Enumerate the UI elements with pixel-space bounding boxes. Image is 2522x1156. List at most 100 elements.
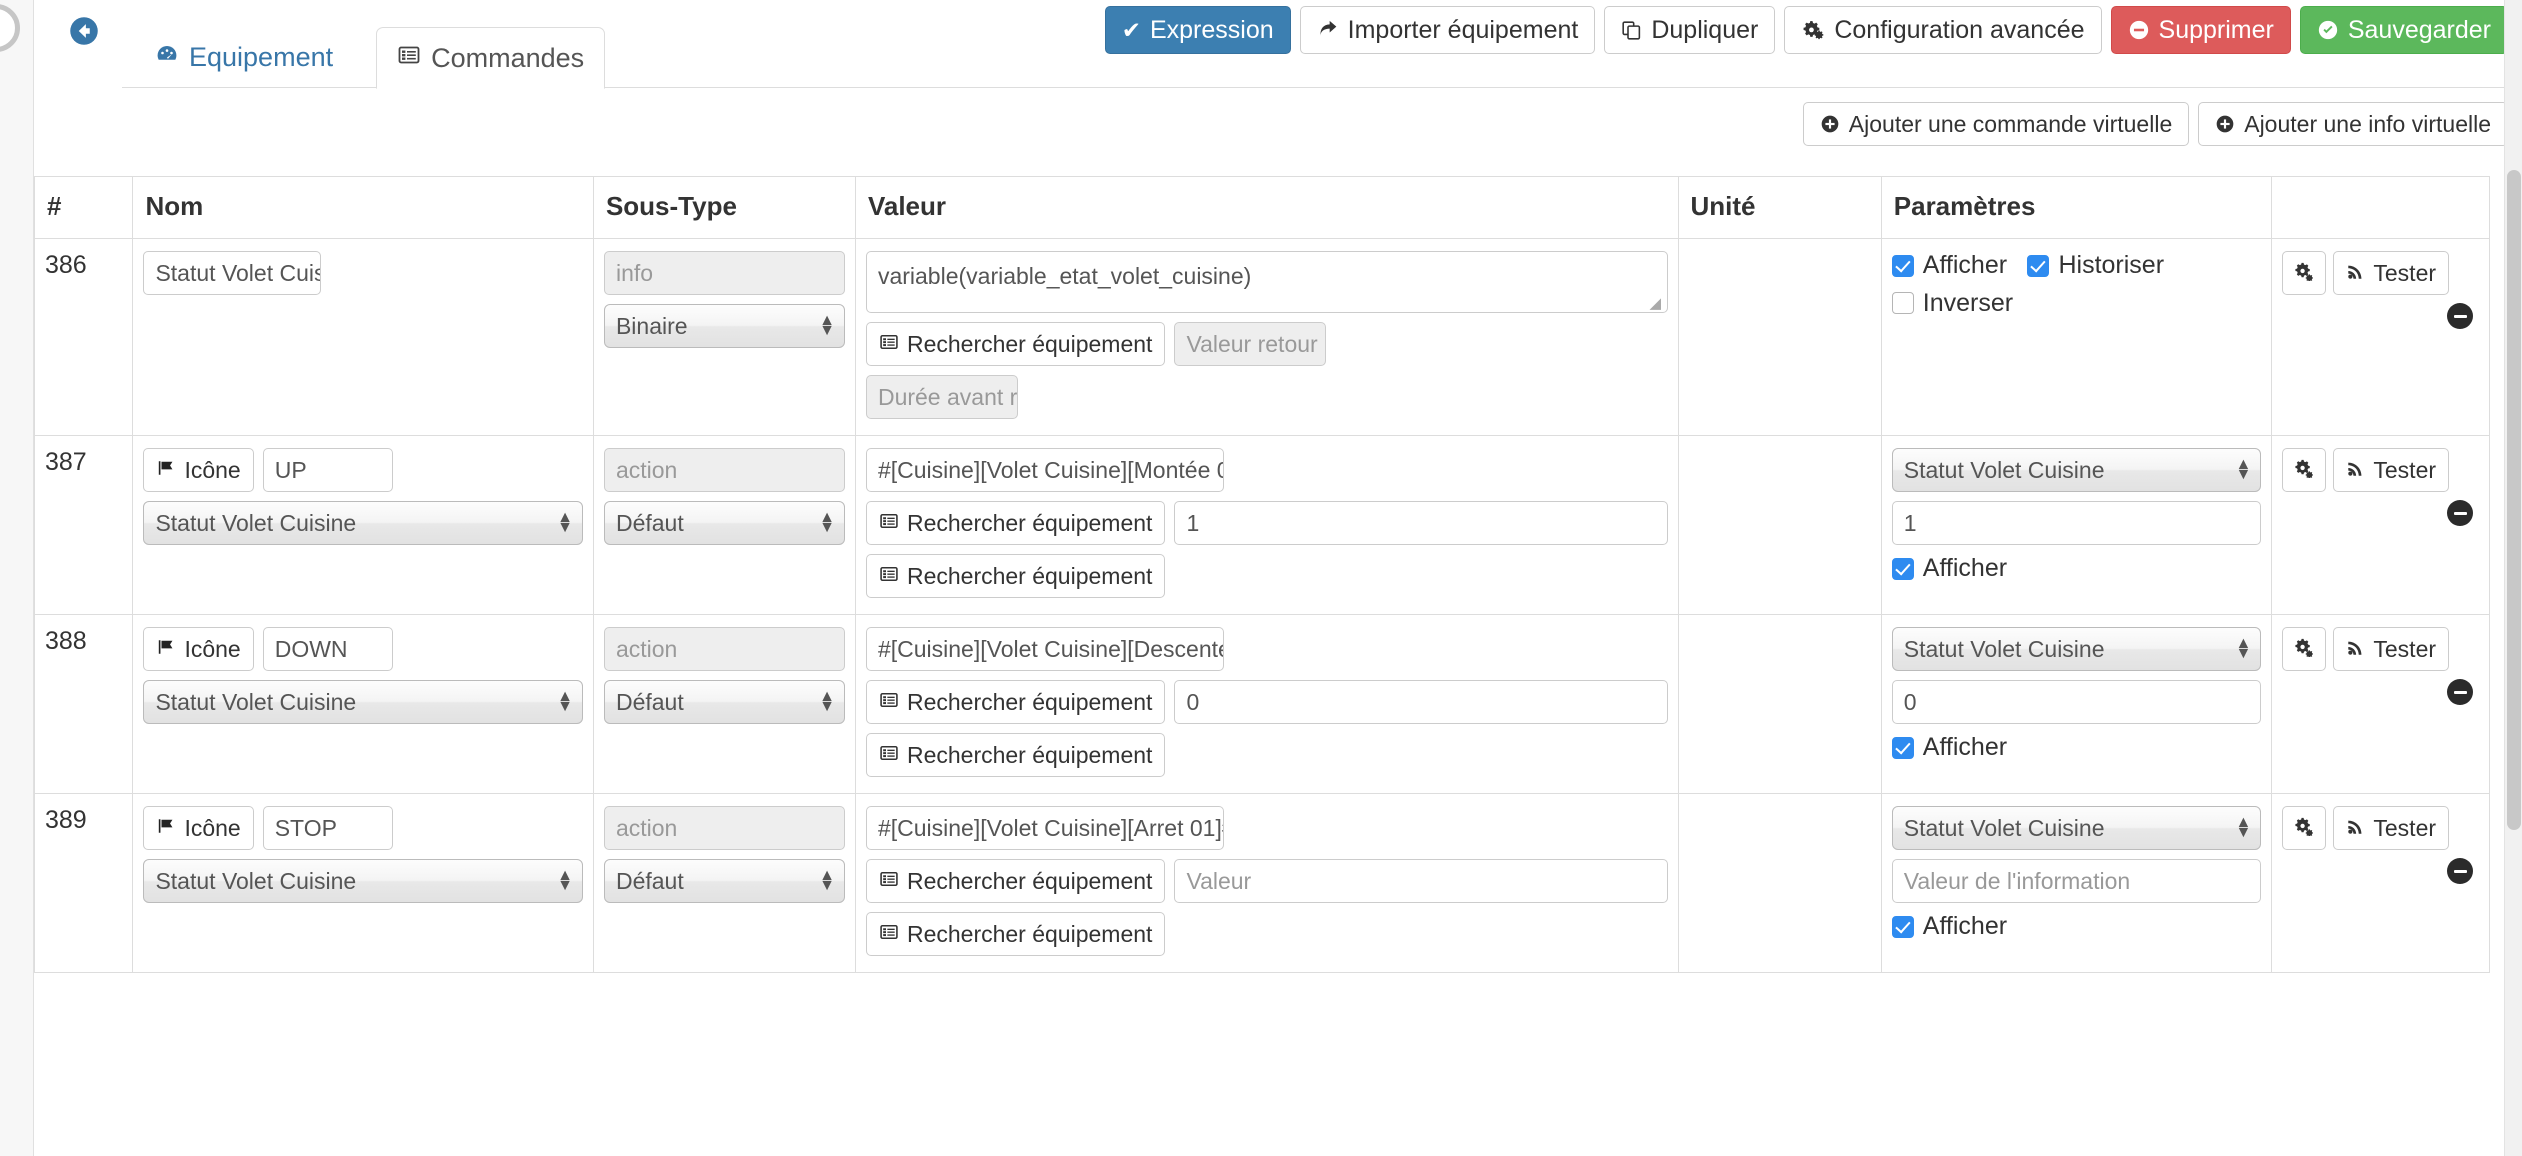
search-equipment-button[interactable]: Rechercher équipement	[865, 501, 1166, 545]
add-virtual-command-button[interactable]: Ajouter une commande virtuelle	[1802, 102, 2190, 146]
search-equipment-label: Rechercher équipement	[906, 920, 1153, 947]
rss-icon	[2346, 638, 2365, 661]
rss-icon	[2346, 459, 2365, 482]
param-info-value: Statut Volet Cuisine	[1903, 636, 2105, 662]
param-value-input[interactable]: 0	[1891, 680, 2262, 724]
back-button[interactable]	[56, 0, 112, 88]
search-equipment-button-secondary[interactable]: Rechercher équipement	[865, 912, 1166, 956]
value-expression-textarea[interactable]: variable(variable_etat_volet_cuisine) ◢	[865, 251, 1668, 313]
command-name-input[interactable]: STOP	[262, 806, 393, 850]
import-equipment-button[interactable]: Importer équipement	[1299, 6, 1596, 54]
delete-button[interactable]: Supprimer	[2110, 6, 2291, 54]
value-field-input[interactable]: 1	[1174, 501, 1668, 545]
param-invert-checkbox[interactable]: Inverser	[1891, 289, 2013, 318]
command-type-input: info	[603, 251, 845, 295]
search-equipment-button[interactable]: Rechercher équipement	[865, 680, 1166, 724]
list-alt-icon	[879, 869, 899, 893]
row-value-cell: #[Cuisine][Volet Cuisine][Montée 01]# Re…	[854, 435, 1679, 615]
param-show-checkbox[interactable]: Afficher	[1891, 554, 2008, 583]
row-delete-button[interactable]	[2447, 858, 2473, 884]
row-config-button[interactable]	[2282, 627, 2327, 671]
linked-info-select[interactable]: Statut Volet Cuisine ▲ ▼	[143, 859, 583, 903]
value-field-input[interactable]: Valeur	[1174, 859, 1668, 903]
row-name-cell: Icône UP Statut Volet Cuisine ▲ ▼	[132, 435, 594, 615]
scrollbar-thumb[interactable]	[2507, 170, 2521, 830]
tab-strip: Equipement Commandes	[34, 0, 606, 89]
import-equipment-label: Importer équipement	[1347, 15, 1579, 44]
command-name-input[interactable]: UP	[262, 448, 393, 492]
choose-icon-button[interactable]: Icône	[143, 448, 254, 492]
row-delete-button[interactable]	[2447, 500, 2473, 526]
param-info-select[interactable]: Statut Volet Cuisine ▲ ▼	[1891, 448, 2262, 492]
gears-icon	[2293, 458, 2315, 482]
row-unit-cell	[1677, 238, 1882, 436]
save-button[interactable]: Sauvegarder	[2299, 6, 2508, 54]
list-alt-icon	[879, 511, 899, 535]
search-equipment-button[interactable]: Rechercher équipement	[865, 859, 1166, 903]
command-subtype-select[interactable]: Défaut ▲ ▼	[603, 859, 845, 903]
row-config-button[interactable]	[2282, 448, 2327, 492]
value-request-input[interactable]: #[Cuisine][Volet Cuisine][Montée 01]#	[865, 448, 1224, 492]
tab-commandes[interactable]: Commandes	[376, 27, 606, 89]
add-virtual-info-label: Ajouter une info virtuelle	[2244, 110, 2491, 137]
param-show-checkbox[interactable]: Afficher	[1891, 251, 2007, 280]
param-info-select[interactable]: Statut Volet Cuisine ▲ ▼	[1891, 627, 2262, 671]
param-history-label: Historiser	[2058, 251, 2165, 280]
state-return-input[interactable]: Valeur retour d'état	[1174, 322, 1327, 366]
add-virtual-info-button[interactable]: Ajouter une info virtuelle	[2198, 102, 2508, 146]
command-subtype-select[interactable]: Binaire ▲ ▼	[603, 304, 845, 348]
row-delete-button[interactable]	[2447, 303, 2473, 329]
linked-info-select[interactable]: Statut Volet Cuisine ▲ ▼	[143, 680, 583, 724]
row-test-button[interactable]: Tester	[2333, 627, 2450, 671]
checkbox-box	[1891, 254, 1914, 277]
linked-info-select[interactable]: Statut Volet Cuisine ▲ ▼	[143, 501, 583, 545]
row-test-label: Tester	[2373, 635, 2437, 662]
select-arrows-icon: ▲ ▼	[819, 312, 835, 339]
row-config-button[interactable]	[2282, 251, 2327, 295]
row-delete-button[interactable]	[2447, 679, 2473, 705]
delay-before-return-input[interactable]: Durée avant retour à l'état précédent	[865, 375, 1018, 419]
param-value-input[interactable]: 1	[1891, 501, 2262, 545]
duplicate-button[interactable]: Dupliquer	[1604, 6, 1776, 54]
choose-icon-label: Icône	[184, 456, 241, 483]
param-show-label: Afficher	[1922, 554, 2008, 583]
command-name-input[interactable]: Statut Volet Cuisine	[143, 251, 322, 295]
resize-grip-icon[interactable]: ◢	[1650, 296, 1664, 311]
param-info-select[interactable]: Statut Volet Cuisine ▲ ▼	[1891, 806, 2262, 850]
command-subtype-select[interactable]: Défaut ▲ ▼	[603, 680, 845, 724]
choose-icon-button[interactable]: Icône	[143, 627, 254, 671]
select-arrows-icon: ▲ ▼	[2235, 456, 2252, 483]
param-show-checkbox[interactable]: Afficher	[1891, 733, 2007, 762]
row-unit-cell	[1677, 614, 1882, 794]
dashboard-icon	[155, 42, 179, 73]
value-request-input[interactable]: #[Cuisine][Volet Cuisine][Descente 01]#	[865, 627, 1224, 671]
tab-equipement[interactable]: Equipement	[134, 26, 354, 88]
search-equipment-label: Rechercher équipement	[906, 330, 1153, 357]
advanced-config-button[interactable]: Configuration avancée	[1784, 6, 2102, 54]
row-actions-cell: Tester	[2271, 435, 2490, 615]
choose-icon-button[interactable]: Icône	[143, 806, 254, 850]
expression-button[interactable]: ✔ Expression	[1104, 6, 1291, 54]
search-equipment-button-secondary[interactable]: Rechercher équipement	[865, 733, 1166, 777]
row-config-button[interactable]	[2282, 806, 2327, 850]
choose-icon-label: Icône	[184, 814, 241, 841]
value-field-input[interactable]: 0	[1174, 680, 1668, 724]
param-show-checkbox[interactable]: Afficher	[1891, 912, 2007, 941]
row-test-button[interactable]: Tester	[2333, 806, 2450, 850]
row-test-button[interactable]: Tester	[2333, 251, 2450, 295]
rss-icon	[2346, 817, 2365, 840]
value-request-input[interactable]: #[Cuisine][Volet Cuisine][Arret 01]#	[865, 806, 1224, 850]
vertical-scrollbar[interactable]	[2504, 0, 2522, 1156]
command-subtype-value: Défaut	[615, 510, 684, 536]
search-equipment-button-secondary[interactable]: Rechercher équipement	[865, 554, 1166, 598]
param-history-checkbox[interactable]: Historiser	[2027, 251, 2164, 280]
param-value-input[interactable]: Valeur de l'information	[1891, 859, 2262, 903]
select-arrows-icon: ▲ ▼	[819, 688, 835, 715]
command-subtype-value: Défaut	[615, 868, 684, 894]
command-name-input[interactable]: DOWN	[262, 627, 393, 671]
search-equipment-button[interactable]: Rechercher équipement	[865, 322, 1166, 366]
command-subtype-select[interactable]: Défaut ▲ ▼	[603, 501, 845, 545]
header-actions	[2271, 176, 2490, 239]
row-test-button[interactable]: Tester	[2333, 448, 2450, 492]
header-id: #	[34, 176, 134, 239]
